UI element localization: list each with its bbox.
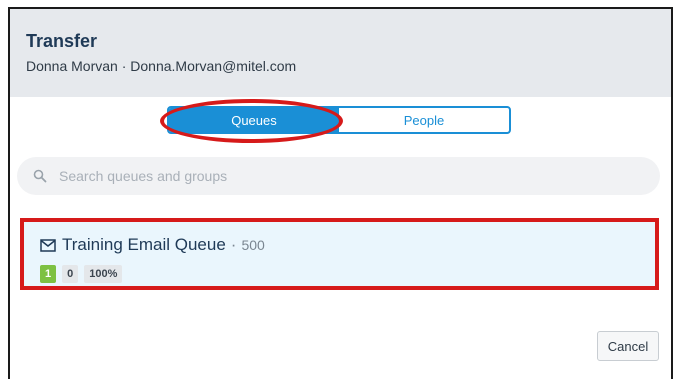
percent-badge: 100%	[84, 265, 123, 283]
search-icon	[33, 169, 47, 183]
queue-number: 500	[241, 237, 265, 253]
queue-title-line: Training Email Queue · 500	[40, 235, 265, 255]
mail-icon	[40, 238, 56, 252]
dialog-title: Transfer	[26, 31, 98, 51]
queues-tab[interactable]: Queues	[169, 108, 339, 132]
waiting-count-badge: 0	[62, 265, 79, 283]
search-bar	[17, 157, 660, 195]
dialog-header: Transfer Donna Morvan · Donna.Morvan@mit…	[10, 9, 671, 97]
search-input[interactable]	[57, 167, 621, 185]
queue-badges: 1 0 100%	[40, 265, 128, 283]
ready-count-badge: 1	[40, 265, 57, 283]
cancel-button[interactable]: Cancel	[597, 331, 659, 361]
queue-list-item[interactable]: Training Email Queue · 500 1 0 100%	[20, 218, 659, 290]
queue-separator: ·	[230, 235, 237, 254]
dialog-subtitle: Donna Morvan · Donna.Morvan@mitel.com	[26, 58, 297, 74]
people-tab[interactable]: People	[339, 108, 509, 132]
queues-people-toggle: Queues People	[167, 106, 511, 134]
queue-name: Training Email Queue	[62, 235, 226, 254]
